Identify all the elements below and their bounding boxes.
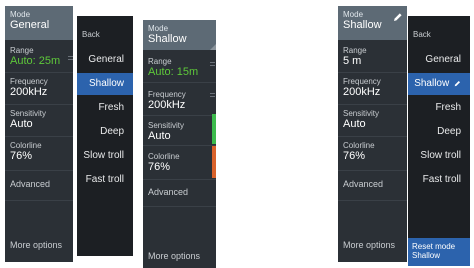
- advanced-item[interactable]: Advanced: [343, 179, 402, 189]
- mode-value: General: [10, 19, 50, 31]
- menu-item-fast-troll[interactable]: Fast troll: [408, 169, 470, 191]
- range-grip: [68, 59, 73, 60]
- menu-item-slow-troll[interactable]: Slow troll: [408, 145, 470, 167]
- colorline-label: Colorline: [343, 141, 375, 150]
- frequency-label: Frequency: [148, 90, 186, 99]
- sensitivity-label: Sensitivity: [343, 109, 380, 118]
- colorline-value: 76%: [148, 161, 171, 173]
- more-options-button[interactable]: More options: [343, 240, 402, 250]
- sensitivity-value: Auto: [343, 118, 366, 130]
- range-item[interactable]: Range Auto: 15m: [148, 57, 211, 78]
- frequency-value: 200kHz: [148, 99, 186, 111]
- advanced-item[interactable]: Advanced: [148, 187, 211, 197]
- sidebar-screen2: Mode Shallow Range 5 m Frequency 200kHz …: [338, 6, 407, 262]
- menu-item-deep[interactable]: Deep: [408, 121, 470, 143]
- colorline-label: Colorline: [10, 141, 42, 150]
- sensitivity-value: Auto: [148, 130, 171, 142]
- more-options-button[interactable]: More options: [148, 251, 211, 261]
- colorline-value: 76%: [343, 150, 366, 162]
- range-grip: [210, 62, 215, 63]
- sensitivity-label: Sensitivity: [10, 109, 47, 118]
- frequency-value: 200kHz: [10, 86, 48, 98]
- sensitivity-label: Sensitivity: [148, 121, 185, 130]
- range-value: 5 m: [343, 55, 362, 67]
- menu-item-general[interactable]: General: [77, 49, 133, 71]
- frequency-item[interactable]: Frequency 200kHz: [10, 77, 68, 98]
- mode-label: Mode: [148, 24, 169, 33]
- reset-mode-target: Shallow: [412, 251, 441, 260]
- menu-item-shallow-label: Shallow: [414, 78, 450, 89]
- pencil-icon[interactable]: [393, 12, 403, 22]
- mode-header[interactable]: Mode Shallow: [338, 6, 407, 40]
- sensitivity-value: Auto: [10, 118, 33, 130]
- range-value: Auto: 15m: [148, 66, 199, 78]
- menu-item-fast-troll[interactable]: Fast troll: [77, 169, 133, 191]
- frequency-item[interactable]: Frequency 200kHz: [343, 77, 402, 98]
- mode-label: Mode: [10, 10, 31, 19]
- sidebar-before: Mode General Range Auto: 25m Frequency 2…: [5, 6, 73, 262]
- back-button[interactable]: Back: [413, 30, 431, 39]
- mode-value: Shallow: [148, 33, 187, 45]
- menu-item-shallow[interactable]: Shallow: [77, 73, 133, 95]
- colorline-item[interactable]: Colorline 76%: [10, 141, 68, 162]
- colorline-label: Colorline: [148, 152, 180, 161]
- menu-item-deep[interactable]: Deep: [77, 121, 133, 143]
- pencil-icon-small: [454, 80, 461, 87]
- mode-submenu-screen2: Back General Shallow Fresh Deep Slow tro…: [408, 16, 470, 266]
- range-label: Range: [343, 46, 367, 55]
- range-value: Auto: 25m: [10, 55, 61, 67]
- range-item[interactable]: Range 5 m: [343, 46, 402, 67]
- frequency-label: Frequency: [10, 77, 48, 86]
- menu-item-slow-troll[interactable]: Slow troll: [77, 145, 133, 167]
- fold-corner: [210, 44, 216, 50]
- range-item[interactable]: Range Auto: 25m: [10, 46, 68, 67]
- back-button[interactable]: Back: [82, 30, 100, 39]
- mode-submenu: Back General Shallow Fresh Deep Slow tro…: [77, 16, 133, 256]
- advanced-item[interactable]: Advanced: [10, 179, 68, 189]
- mode-header[interactable]: Mode General: [5, 6, 73, 40]
- colorline-item[interactable]: Colorline 76%: [148, 152, 211, 173]
- colorline-value: 76%: [10, 150, 33, 162]
- colorline-item[interactable]: Colorline 76%: [343, 141, 402, 162]
- frequency-value: 200kHz: [343, 86, 381, 98]
- sidebar-after: Mode Shallow Range Auto: 15m Frequency 2…: [143, 20, 216, 268]
- frequency-item[interactable]: Frequency 200kHz: [148, 90, 211, 111]
- sensitivity-marker: [212, 114, 216, 144]
- range-grip: [68, 56, 73, 57]
- frequency-grip: [210, 93, 215, 94]
- menu-item-fresh[interactable]: Fresh: [408, 97, 470, 119]
- colorline-marker: [212, 146, 216, 178]
- menu-item-shallow[interactable]: Shallow: [408, 73, 470, 95]
- reset-mode-label: Reset mode: [412, 242, 456, 251]
- range-grip: [210, 65, 215, 66]
- sensitivity-item[interactable]: Sensitivity Auto: [10, 109, 68, 130]
- menu-item-general[interactable]: General: [408, 49, 470, 71]
- range-label: Range: [10, 46, 34, 55]
- frequency-grip: [210, 96, 215, 97]
- mode-header[interactable]: Mode Shallow: [143, 20, 216, 50]
- frequency-label: Frequency: [343, 77, 381, 86]
- sensitivity-item[interactable]: Sensitivity Auto: [343, 109, 402, 130]
- menu-item-fresh[interactable]: Fresh: [77, 97, 133, 119]
- range-label: Range: [148, 57, 172, 66]
- sensitivity-item[interactable]: Sensitivity Auto: [148, 121, 211, 142]
- reset-mode-button[interactable]: Reset mode Shallow: [408, 238, 470, 266]
- more-options-button[interactable]: More options: [10, 240, 68, 250]
